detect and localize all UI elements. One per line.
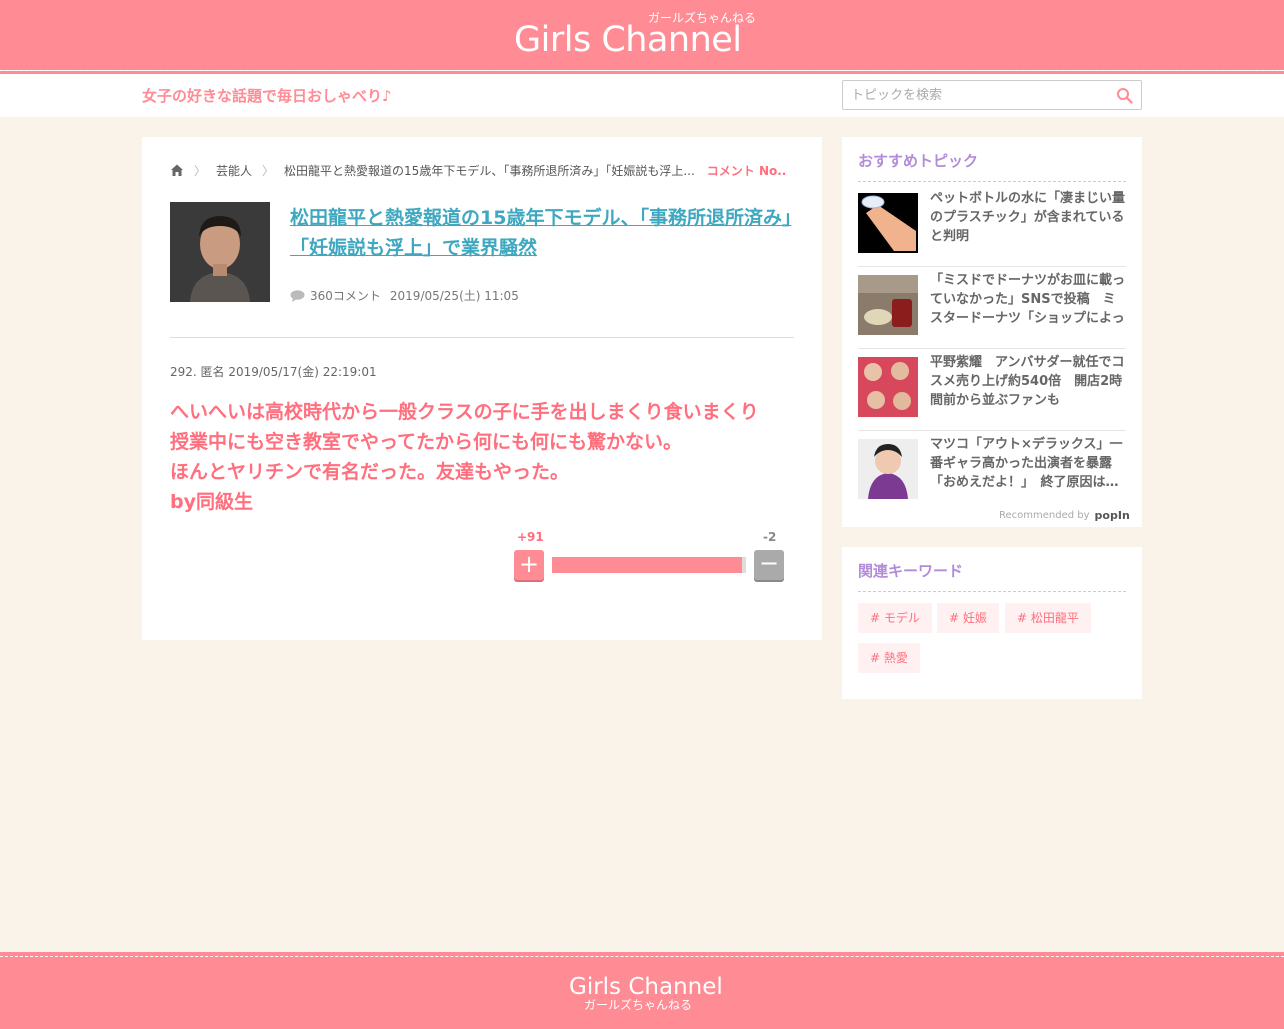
topic-meta: 360コメント 2019/05/25(土) 11:05 [290,287,519,304]
divider [858,348,1126,349]
bottle-image [858,193,918,253]
divider [858,181,1126,182]
vote-ratio-fill [552,557,742,573]
popin-logo[interactable]: popIn [1095,509,1130,522]
site-logo[interactable]: Girls Channel [514,20,774,60]
recommended-item[interactable]: ペットボトルの水に「凄まじい量のプラスチック」が含まれていると判明 [858,191,1126,275]
comment-header: 292. 匿名 2019/05/17(金) 22:19:01 [170,365,377,379]
topic-thumbnail[interactable] [170,202,270,302]
site-tagline: 女子の好きな話題で毎日おしゃべり♪ [142,87,392,105]
recommended-topics-card: おすすめトピック ペットボトルの水に「凄まじい量のプラスチック」が含まれていると… [842,137,1142,527]
minus-vote-count: -2 [763,530,777,544]
portrait-image [858,439,918,499]
comment-body: へいへいは高校時代から一般クラスの子に手を出しまくり食いまくり 授業中にも空き教… [170,401,759,513]
keyword-tag[interactable]: # モデル [858,603,932,633]
search-icon[interactable] [1116,87,1133,104]
recommended-text[interactable]: ペットボトルの水に「凄まじい量のプラスチック」が含まれていると判明 [930,189,1126,246]
footer-dashed-line [0,956,1284,957]
breadcrumb-topic[interactable]: 松田龍平と熱愛報道の15歳年下モデル、「事務所退所済み」「妊娠説も浮上... [284,162,695,179]
keyword-tag[interactable]: # 松田龍平 [1005,603,1091,633]
recommended-item[interactable]: 平野紫耀 アンバサダー就任でコスメ売り上げ約540倍 開店2時間前から並ぶファン… [858,355,1126,439]
recommended-item[interactable]: 「ミスドでドーナツがお皿に載っていなかった」SNSで投稿 ミスタードーナツ「ショ… [858,273,1126,357]
donut-image [858,275,918,335]
divider [858,266,1126,267]
topic-title-link[interactable]: 松田龍平と熱愛報道の15歳年下モデル、「事務所退所済み」「妊娠説も浮上」で業界騒… [290,203,800,263]
breadcrumb: 〉 芸能人 〉 松田龍平と熱愛報道の15歳年下モデル、「事務所退所済み」「妊娠説… [170,161,787,179]
footer-logo-subtitle: ガールズちゃんねる [584,998,693,1012]
recommended-thumbnail[interactable] [858,439,918,499]
search-box [842,80,1142,110]
breadcrumb-current: コメント No... [706,163,787,178]
comment-bubble-icon [290,289,305,302]
recommended-by-credit[interactable]: Recommended by popIn [999,509,1130,522]
keywords-title: 関連キーワード [858,562,964,580]
minus-vote-button[interactable]: − [754,550,784,580]
search-input[interactable] [843,81,1113,109]
home-icon[interactable] [170,163,184,177]
group-photo-image [858,357,918,417]
recommended-text[interactable]: マツコ「アウト×デラックス」一番ギャラ高かった出演者を暴露「おめえだよ！」 終了… [930,435,1126,492]
breadcrumb-category[interactable]: 芸能人 [216,162,252,179]
recommended-text[interactable]: 平野紫耀 アンバサダー就任でコスメ売り上げ約540倍 開店2時間前から並ぶファン… [930,353,1126,410]
topic-date: 2019/05/25(土) 11:05 [389,289,519,303]
comment-count[interactable]: 360コメント [310,287,381,304]
recommended-title: おすすめトピック [858,152,979,170]
keyword-tag[interactable]: # 熱愛 [858,643,920,673]
divider [170,337,794,338]
divider [858,591,1126,592]
recommended-text[interactable]: 「ミスドでドーナツがお皿に載っていなかった」SNSで投稿 ミスタードーナツ「ショ… [930,271,1126,328]
divider [858,430,1126,431]
portrait-image [170,202,270,302]
related-keywords-card: 関連キーワード # モデル # 妊娠 # 松田龍平 # 熱愛 [842,547,1142,699]
chevron-right-icon: 〉 [262,163,275,178]
recommended-thumbnail[interactable] [858,275,918,335]
vote-ratio-bar [552,557,746,573]
recommended-thumbnail[interactable] [858,193,918,253]
chevron-right-icon: 〉 [194,163,207,178]
keyword-tag[interactable]: # 妊娠 [937,603,999,633]
plus-vote-button[interactable]: + [514,550,544,580]
recommended-by-label: Recommended by [999,510,1090,521]
main-content-card: 〉 芸能人 〉 松田龍平と熱愛報道の15歳年下モデル、「事務所退所済み」「妊娠説… [142,137,822,640]
recommended-thumbnail[interactable] [858,357,918,417]
plus-vote-count: +91 [517,530,544,544]
